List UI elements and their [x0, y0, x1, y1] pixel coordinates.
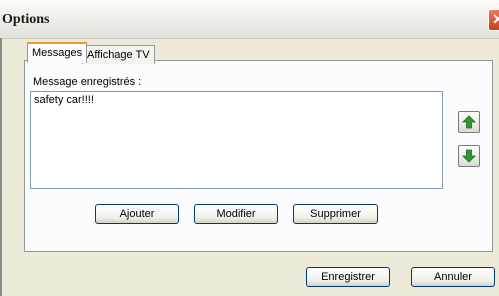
messages-list[interactable]: safety car!!!! [30, 91, 443, 189]
tab-messages-label: Messages [32, 47, 83, 59]
save-button[interactable]: Enregistrer [306, 267, 390, 287]
options-window: Options ✕ Messages Affichage TV Message … [0, 0, 499, 296]
window-frame [0, 38, 2, 296]
add-button[interactable]: Ajouter [95, 204, 179, 224]
modify-button[interactable]: Modifier [194, 204, 278, 224]
cancel-button[interactable]: Annuler [411, 267, 495, 287]
delete-button[interactable]: Supprimer [293, 204, 378, 224]
close-button[interactable]: ✕ [488, 9, 499, 31]
arrow-up-icon [462, 115, 476, 129]
tab-affichage-tv-label: Affichage TV [87, 49, 150, 61]
move-up-button[interactable] [458, 111, 480, 133]
tab-affichage-tv[interactable]: Affichage TV [82, 45, 155, 64]
tab-messages[interactable]: Messages [27, 42, 88, 63]
list-item[interactable]: safety car!!!! [34, 94, 94, 106]
title-bar[interactable]: Options ✕ [0, 0, 499, 39]
move-down-button[interactable] [458, 145, 480, 167]
window-title: Options [2, 12, 50, 27]
messages-label: Message enregistrés : [33, 76, 142, 88]
close-icon: ✕ [492, 11, 499, 27]
arrow-down-icon [462, 149, 476, 163]
